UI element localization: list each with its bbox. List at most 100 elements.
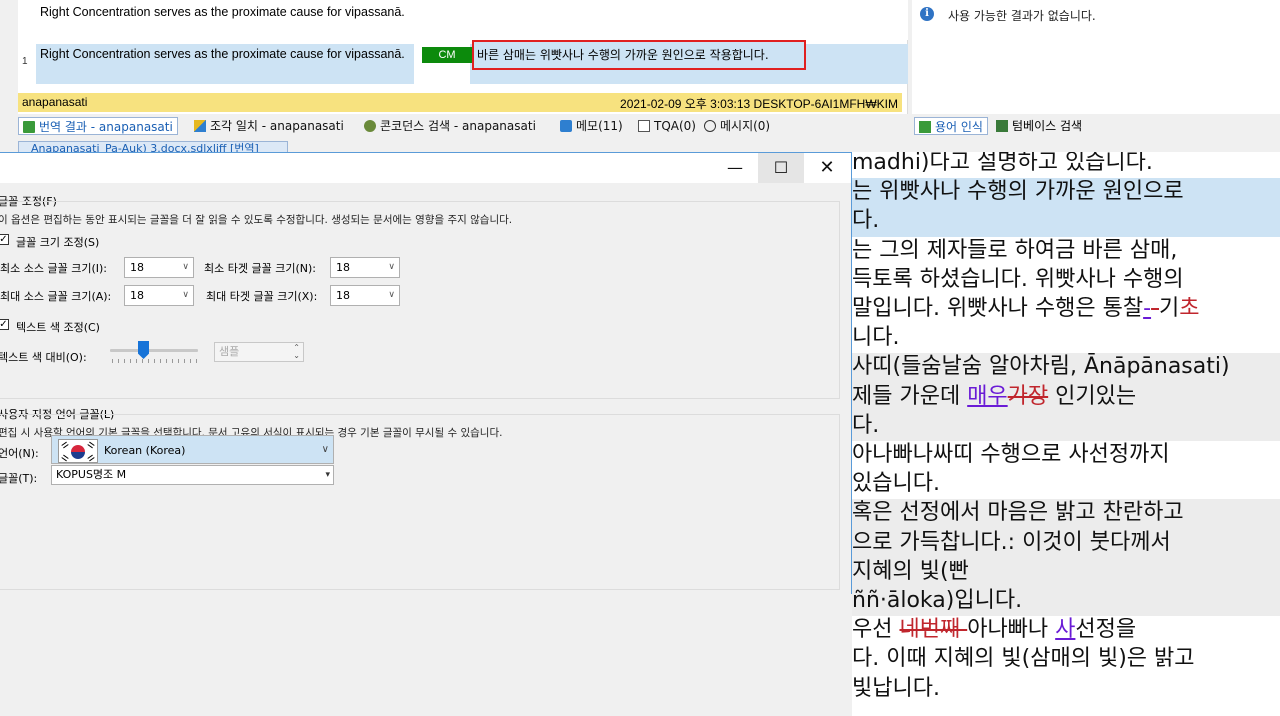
editor-target-column[interactable]: madhi)다고 설명하고 있습니다. 는 위빳사나 수행의 가까운 원인으로 다.… [852, 152, 1280, 716]
close-button[interactable]: ✕ [804, 153, 850, 183]
contrast-slider-track[interactable] [110, 349, 198, 352]
editor-text: ññ·āloka)입니다. [852, 588, 1023, 613]
min-source-font-label: 최소 소스 글꼴 크기(I): [0, 262, 107, 275]
minimize-button[interactable]: — [712, 153, 758, 183]
editor-text: 제들 가운데 [852, 383, 968, 409]
korea-flag-icon [58, 439, 98, 463]
tab-label: 용어 인식 [935, 120, 983, 134]
editor-text: 말입니다. 위빳사나 수행은 통찰 [852, 296, 1144, 321]
tab-fragment-matches[interactable]: 조각 일치 - anapanasati [194, 117, 344, 135]
result-source-text: Right Concentration serves as the proxim… [40, 5, 405, 19]
result-row-number: 1 [22, 56, 28, 67]
editor-text-line[interactable]: 으로 가득찹니다.: 이것이 붓다께서 [852, 528, 1280, 558]
min-target-font-combo[interactable]: 18 ∨ [330, 257, 400, 278]
result-row[interactable]: Right Concentration serves as the proxim… [18, 0, 908, 40]
editor-text: 사띠(들숨날숨 알아차림, Ānāpānasati) [852, 354, 1230, 380]
sample-spinner[interactable]: 샘플 ⌃ ⌄ [214, 342, 304, 362]
result-target-cell[interactable]: 바른 삼매는 위빳사나 수행의 가까운 원인으로 작용합니다. [472, 40, 806, 70]
editor-text-line[interactable]: 득토록 하셨습니다. 위빳사나 수행의 [852, 266, 1280, 295]
term-tab-strip: 용어 인식 텀베이스 검색 [912, 115, 1280, 137]
text-color-checkbox[interactable]: ✓ [0, 319, 9, 330]
dialog-titlebar: — ☐ ✕ [0, 153, 851, 183]
max-source-font-combo[interactable]: 18 ∨ [124, 285, 194, 306]
tracked-insertion: 사 [1055, 617, 1076, 643]
translation-results-panel: Right Concentration serves as the proxim… [18, 0, 908, 114]
editor-text-line[interactable]: 는 그의 제자들로 하여금 바른 삼매, [852, 237, 1280, 266]
dropdown-arrow-icon: ▾ [325, 470, 330, 480]
message-icon [704, 120, 716, 132]
editor-text: 우선 [852, 617, 900, 643]
editor-text-line[interactable]: 있습니다. [852, 470, 1280, 499]
editor-text-line[interactable]: 혹은 선정에서 마음은 밝고 찬란하고 [852, 499, 1280, 529]
editor-text: 인기있는 [1048, 383, 1137, 409]
editor-text-line[interactable]: madhi)다고 설명하고 있습니다. [852, 152, 1280, 178]
tab-tqa[interactable]: TQA(0) [638, 117, 696, 135]
termbase-search-icon [996, 120, 1008, 132]
spin-arrows-icon: ⌃ ⌄ [293, 343, 300, 360]
editor-text-line[interactable]: 말입니다. 위빳사나 수행은 통찰--기초 [852, 295, 1280, 324]
editor-text-line[interactable]: 제들 가운데 매우가장 인기있는 [852, 382, 1280, 412]
combo-value: 18 [336, 261, 350, 274]
editor-text-line[interactable]: 는 위빳사나 수행의 가까운 원인으로 [852, 178, 1280, 208]
concordance-icon [364, 120, 376, 132]
tab-concordance-search[interactable]: 콘코던스 검색 - anapanasati [364, 117, 536, 135]
font-label: 글꼴(T): [0, 472, 38, 485]
editor-text: 는 그의 제자들로 하여금 바른 삼매, [852, 237, 1178, 263]
term-recognition-icon [919, 121, 931, 133]
editor-text-line[interactable]: 지혜의 빛(빤 [852, 557, 1280, 587]
editor-text: 있습니다. [852, 471, 940, 497]
tracked-deletion: 네번째 [899, 617, 968, 643]
combo-value: 18 [130, 289, 144, 302]
font-size-checkbox-label: 글꼴 크기 조정(S) [16, 236, 100, 249]
editor-text: 빛납니다. [852, 675, 940, 701]
tab-messages[interactable]: 메시지(0) [704, 117, 770, 135]
chevron-down-icon: ∨ [182, 290, 189, 300]
tab-memo[interactable]: 메모(11) [560, 117, 623, 135]
no-results-message: 사용 가능한 결과가 없습니다. [948, 9, 1096, 23]
font-adjust-description: 이 옵션은 편집하는 동안 표시되는 글꼴을 더 잘 읽을 수 있도록 수정합니… [0, 214, 513, 226]
font-size-checkbox[interactable]: ✓ [0, 234, 9, 245]
editor-text: 다. [852, 208, 880, 234]
result-source-cell: Right Concentration serves as the proxim… [36, 44, 414, 84]
editor-text: 지혜의 빛(빤 [852, 558, 969, 584]
editor-text-line[interactable]: 다. 이때 지혜의 빛(삼매의 빛)은 밝고 [852, 645, 1280, 674]
sample-text: 샘플 [219, 345, 240, 358]
editor-text-line[interactable]: ññ·āloka)입니다. [852, 587, 1280, 617]
editor-text-line[interactable]: 다. [852, 207, 1280, 237]
font-combo[interactable]: KOPUS명조 M ▾ [51, 465, 334, 485]
tab-label: 조각 일치 - anapanasati [210, 119, 344, 133]
editor-text-line[interactable]: 니다. [852, 324, 1280, 353]
tracked-insertion: - [1143, 296, 1152, 321]
result-source-text: Right Concentration serves as the proxim… [40, 47, 405, 61]
dialog-body: 글꼴 조정(F) 이 옵션은 편집하는 동안 표시되는 글꼴을 더 잘 읽을 수… [0, 183, 851, 594]
maximize-button[interactable]: ☐ [758, 153, 804, 183]
min-source-font-combo[interactable]: 18 ∨ [124, 257, 194, 278]
editor-text-line[interactable]: 빛납니다. [852, 675, 1280, 704]
language-combo[interactable]: Korean (Korea) ∨ [51, 435, 334, 464]
fragment-icon [194, 120, 206, 132]
result-status-bar: anapanasati 2021-02-09 오후 3:03:13 DESKTO… [18, 93, 902, 112]
term-recognition-panel: i 사용 가능한 결과가 없습니다. [912, 0, 1280, 114]
tqa-icon [638, 120, 650, 132]
editor-text: 아나빠나싸띠 수행으로 사선정까지 [852, 442, 1170, 467]
language-label: 언어(N): [0, 447, 39, 460]
editor-text: 아나빠나 [967, 617, 1056, 643]
tracked-deletion: - [1151, 296, 1159, 321]
tracked-insertion: 매우 [967, 383, 1008, 409]
tab-translation-results[interactable]: 번역 결과 - anapanasati [18, 117, 178, 135]
max-target-font-combo[interactable]: 18 ∨ [330, 285, 400, 306]
tm-name: anapanasati [22, 95, 88, 109]
editor-text-line[interactable]: 우선 네번째 아나빠나 사선정을 [852, 616, 1280, 645]
language-value: Korean (Korea) [104, 444, 186, 457]
contrast-label: 텍스트 색 대비(O): [0, 351, 87, 364]
result-target-text: 바른 삼매는 위빳사나 수행의 가까운 원인으로 작용합니다. [477, 48, 769, 62]
tab-term-recognition[interactable]: 용어 인식 [914, 117, 988, 135]
editor-text-line[interactable]: 다. [852, 411, 1280, 441]
editor-text-line[interactable]: 아나빠나싸띠 수행으로 사선정까지 [852, 441, 1280, 470]
result-row-selected[interactable]: 1 Right Concentration serves as the prox… [18, 40, 908, 85]
editor-text: 득토록 하셨습니다. 위빳사나 수행의 [852, 266, 1184, 292]
editor-text-line[interactable]: 사띠(들숨날숨 알아차림, Ānāpānasati) [852, 353, 1280, 383]
tab-termbase-search[interactable]: 텀베이스 검색 [996, 117, 1082, 135]
slider-ticks [112, 359, 198, 363]
editor-text: 다. 이때 지혜의 빛(삼매의 빛)은 밝고 [852, 646, 1195, 672]
